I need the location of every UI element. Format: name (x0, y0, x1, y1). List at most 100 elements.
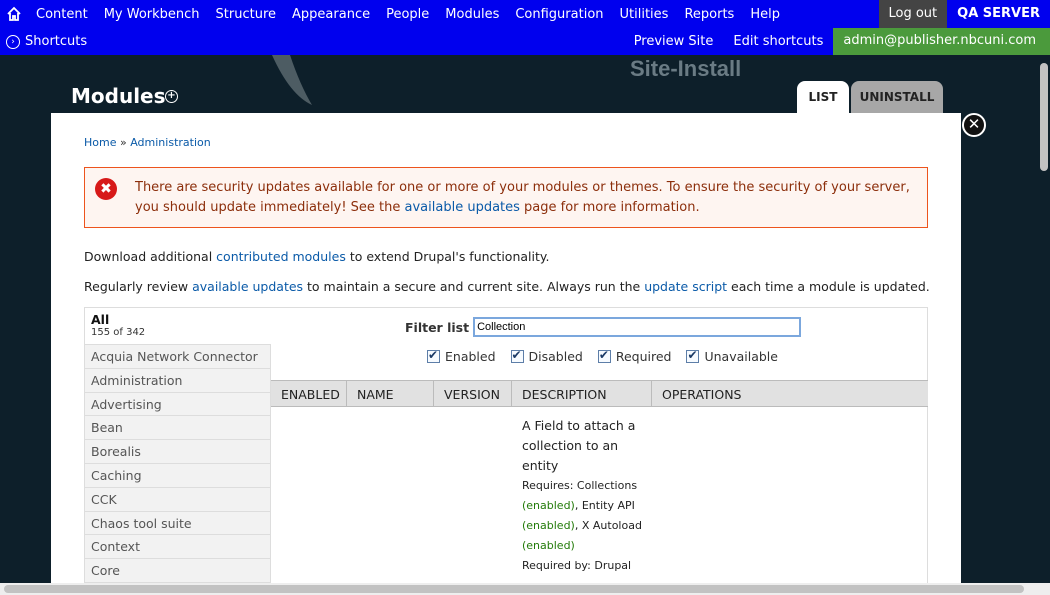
category-item[interactable]: Acquia Network Connector (85, 345, 271, 369)
chevron-right-icon: › (6, 34, 20, 49)
menu-appearance[interactable]: Appearance (284, 7, 378, 22)
vertical-scrollbar[interactable] (1038, 55, 1050, 583)
enabled-status: (enabled) (522, 499, 575, 512)
requires-label: Requires: Collections (522, 479, 638, 492)
filter-checkboxes: Enabled Disabled Required Unavailable (427, 348, 793, 364)
intro-text: each time a module is updated. (727, 279, 930, 294)
requires-line: Requires: Collections (enabled), Entity … (522, 476, 652, 556)
column-operations[interactable]: OPERATIONS (652, 381, 928, 406)
overlay-content: Home » Administration ✖ There are securi… (51, 113, 961, 583)
table-header: ENABLED NAME VERSION DESCRIPTION OPERATI… (271, 380, 928, 407)
checkbox-disabled[interactable]: Disabled (510, 348, 583, 364)
preview-site-link[interactable]: Preview Site (624, 34, 724, 49)
site-logo (272, 55, 312, 105)
contributed-modules-link[interactable]: contributed modules (216, 249, 346, 264)
checkbox-checked-icon[interactable] (597, 348, 611, 363)
add-shortcut-icon[interactable]: + (165, 90, 178, 103)
menu-content[interactable]: Content (28, 7, 96, 22)
column-description[interactable]: DESCRIPTION (512, 381, 652, 406)
category-all-label: All (91, 312, 110, 327)
update-script-link[interactable]: update script (644, 279, 727, 294)
intro-paragraph-1: Download additional contributed modules … (84, 249, 549, 264)
shortcuts-toggle[interactable]: › Shortcuts (0, 34, 87, 49)
page-header: Site-Install Modules + LIST UNINSTALL (0, 55, 1050, 115)
checkbox-label: Enabled (445, 349, 496, 364)
edit-shortcuts-link[interactable]: Edit shortcuts (723, 34, 833, 49)
checkbox-checked-icon[interactable] (427, 348, 440, 363)
menu-modules[interactable]: Modules (437, 7, 507, 22)
filter-row: Filter list (405, 317, 802, 337)
tab-list[interactable]: LIST (797, 81, 849, 113)
checkbox-enabled[interactable]: Enabled (427, 348, 496, 364)
module-description: A Field to attach a collection to an ent… (522, 416, 652, 576)
server-label: QA SERVER (947, 0, 1050, 28)
menu-structure[interactable]: Structure (208, 7, 284, 22)
checkbox-label: Disabled (528, 349, 583, 364)
enabled-status: (enabled) (522, 539, 575, 552)
checkbox-unavailable[interactable]: Unavailable (686, 348, 778, 364)
category-all-count: 155 of 342 (91, 327, 146, 338)
tab-uninstall[interactable]: UNINSTALL (851, 81, 943, 113)
site-name: Site-Install (630, 56, 742, 81)
close-overlay-icon[interactable]: ✕ (962, 113, 986, 137)
intro-text: Download additional (84, 249, 217, 264)
intro-paragraph-2: Regularly review available updates to ma… (84, 279, 930, 294)
modules-table: ENABLED NAME VERSION DESCRIPTION OPERATI… (271, 380, 928, 572)
vertical-scroll-thumb[interactable] (1040, 63, 1048, 171)
available-updates-link-2[interactable]: available updates (192, 279, 303, 294)
page-title: Modules (71, 84, 166, 108)
required-by-line: Required by: Drupal (522, 559, 632, 572)
logout-button[interactable]: Log out (878, 0, 948, 28)
category-item[interactable]: Bean (85, 416, 271, 441)
requires-item: , Entity API (574, 499, 635, 512)
checkbox-required[interactable]: Required (597, 348, 672, 364)
menu-configuration[interactable]: Configuration (507, 7, 611, 22)
shortcuts-label: Shortcuts (25, 34, 88, 49)
menu-help[interactable]: Help (742, 7, 788, 22)
intro-text: to maintain a secure and current site. A… (303, 279, 645, 294)
category-item[interactable]: Core (85, 559, 271, 583)
module-browser: All 155 of 342 Acquia Network Connector … (84, 307, 928, 583)
category-item[interactable]: Borealis (85, 440, 271, 464)
user-account-link[interactable]: admin@publisher.nbcuni.com (833, 28, 1050, 55)
toolbar-menu: Content My Workbench Structure Appearanc… (28, 7, 788, 22)
category-item[interactable]: Administration (85, 368, 271, 393)
category-item[interactable]: CCK (85, 487, 271, 512)
category-item[interactable]: Caching (85, 463, 271, 488)
menu-my-workbench[interactable]: My Workbench (96, 7, 208, 22)
available-updates-link[interactable]: available updates (405, 200, 520, 215)
intro-text: to extend Drupal's functionality. (345, 249, 550, 264)
breadcrumb: Home » Administration (84, 136, 211, 149)
category-item[interactable]: Chaos tool suite (85, 511, 271, 536)
breadcrumb-separator: » (116, 136, 131, 149)
admin-toolbar: Content My Workbench Structure Appearanc… (0, 0, 1050, 28)
error-message: ✖ There are security updates available f… (84, 167, 928, 228)
category-item[interactable]: Context (85, 535, 271, 560)
horizontal-scroll-thumb[interactable] (4, 585, 1024, 593)
error-icon: ✖ (95, 178, 117, 200)
enabled-status: (enabled) (522, 519, 575, 532)
column-enabled[interactable]: ENABLED (271, 381, 347, 406)
category-tabs: All 155 of 342 Acquia Network Connector … (85, 308, 271, 583)
menu-people[interactable]: People (378, 7, 437, 22)
checkbox-checked-icon[interactable] (510, 348, 524, 363)
requires-item: , X Autoload (574, 519, 642, 532)
checkbox-label: Unavailable (704, 349, 778, 364)
checkbox-label: Required (615, 349, 672, 364)
filter-input[interactable] (473, 317, 802, 337)
column-version[interactable]: VERSION (434, 381, 512, 406)
checkbox-checked-icon[interactable] (686, 348, 700, 363)
breadcrumb-administration[interactable]: Administration (130, 136, 211, 149)
menu-utilities[interactable]: Utilities (612, 7, 677, 22)
menu-reports[interactable]: Reports (676, 7, 742, 22)
breadcrumb-home[interactable]: Home (84, 136, 116, 149)
category-item[interactable]: Advertising (85, 392, 271, 417)
description-text: A Field to attach a collection to an ent… (522, 418, 636, 473)
error-text-after: page for more information. (519, 200, 700, 215)
shortcuts-bar: › Shortcuts Preview Site Edit shortcuts … (0, 28, 1050, 55)
category-all[interactable]: All 155 of 342 (85, 308, 271, 345)
home-icon[interactable] (0, 0, 28, 28)
horizontal-scrollbar[interactable] (0, 583, 1050, 595)
intro-text: Regularly review (84, 279, 193, 294)
column-name[interactable]: NAME (347, 381, 434, 406)
